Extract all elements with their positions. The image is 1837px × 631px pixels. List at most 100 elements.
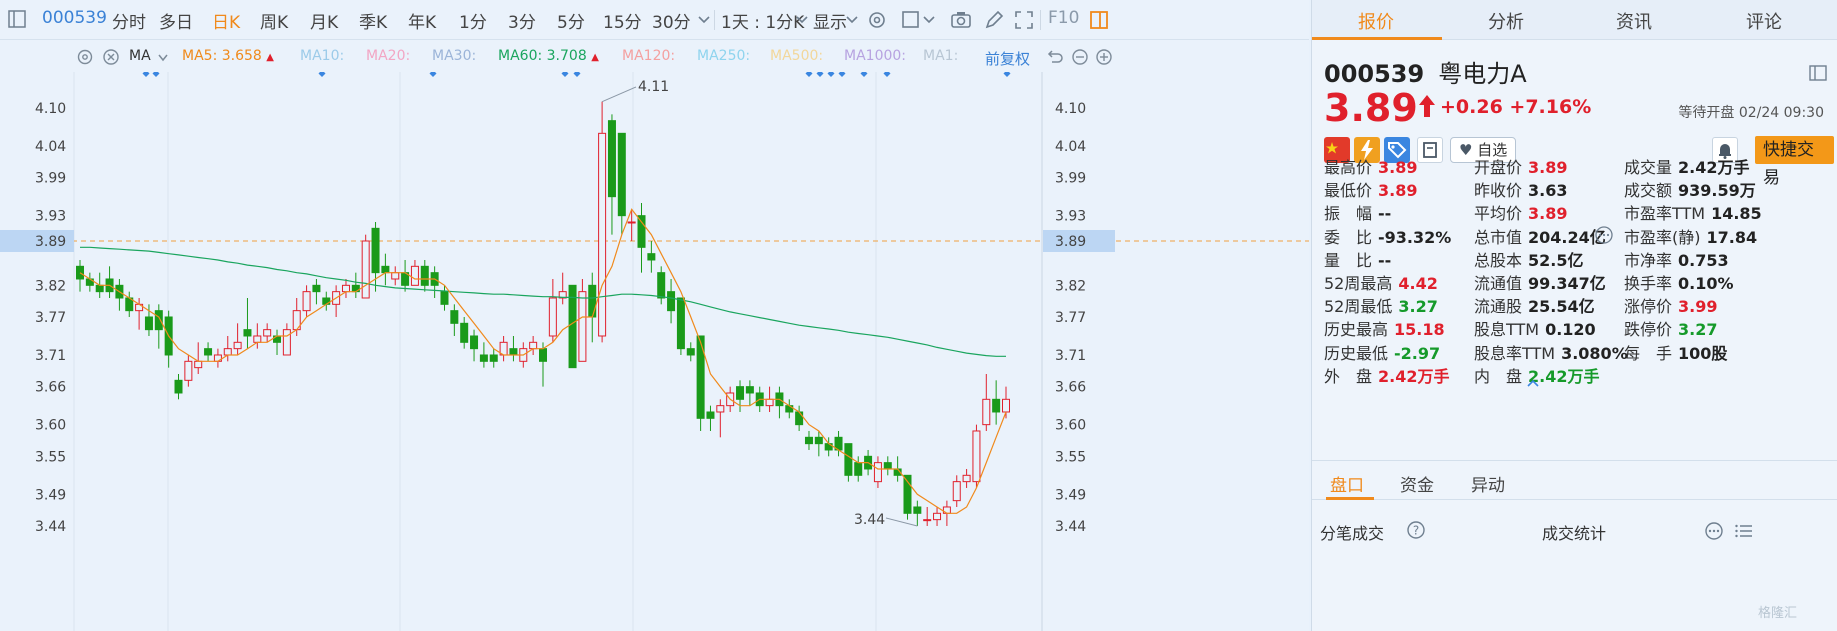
stat-label: 最高价	[1324, 158, 1373, 177]
kline-chart[interactable]: 4.10 4.10 4.04 4.04 3.99 3.99 3.93 3.93 3.82 3.82…	[0, 72, 1309, 631]
stat-label: 量 比	[1324, 250, 1373, 270]
list-view-icon[interactable]	[1734, 521, 1754, 541]
candle	[85, 272, 94, 292]
ma-settings-gear-icon[interactable]	[76, 48, 94, 66]
candle-body-down	[736, 386, 745, 400]
candle	[647, 240, 656, 273]
more-options-icon[interactable]	[1704, 521, 1724, 541]
y-tick-label-right: 3.60	[1055, 418, 1086, 434]
candle-body-down	[913, 506, 922, 514]
stat-label: 股息率TTM	[1474, 343, 1556, 363]
chevron-down-icon[interactable]	[795, 13, 809, 27]
stat-value: 939.59万	[1678, 181, 1756, 201]
trade-stats-label[interactable]: 成交统计	[1542, 520, 1606, 544]
candle-body-up	[391, 272, 400, 280]
fullscreen-icon[interactable]	[1013, 9, 1035, 31]
zoom-in-icon[interactable]	[1095, 48, 1113, 66]
tick-trades-label[interactable]: 分笔成交	[1320, 520, 1384, 544]
stat-label: 内 盘	[1474, 366, 1523, 386]
detail-panel-icon[interactable]	[1809, 64, 1827, 82]
event-marker-icon	[142, 72, 150, 77]
ma500-legend: MA500:	[770, 48, 824, 64]
chevron-down-icon[interactable]	[697, 13, 711, 27]
tab-comments[interactable]: 评论	[1746, 8, 1782, 34]
pencil-draw-icon[interactable]	[983, 9, 1005, 31]
period-tab-active[interactable]: 日K	[212, 8, 240, 33]
chevron-down-icon[interactable]	[845, 13, 859, 27]
adjust-mode-button[interactable]: 前复权	[985, 48, 1030, 69]
tab-news[interactable]: 资讯	[1616, 8, 1652, 34]
layout-box-icon[interactable]	[900, 9, 922, 31]
quick-trade-button[interactable]: 快捷交易	[1755, 136, 1834, 188]
settings-gear-icon[interactable]	[866, 9, 888, 31]
candle	[470, 329, 479, 362]
candle	[430, 266, 439, 298]
stat-value: 52.5亿	[1528, 250, 1584, 270]
period-tab[interactable]: 30分	[652, 8, 691, 33]
candle-body-down	[637, 215, 646, 248]
period-tab[interactable]: 周K	[260, 8, 288, 33]
tab-analysis[interactable]: 分析	[1488, 8, 1524, 34]
camera-icon[interactable]	[950, 9, 972, 31]
y-tick-label-right: 3.55	[1055, 449, 1086, 465]
candle	[253, 323, 262, 349]
undo-icon[interactable]	[1046, 48, 1064, 66]
market-cap-more-icon[interactable]	[1594, 225, 1614, 245]
display-menu[interactable]: 显示	[813, 8, 847, 33]
period-tab[interactable]: 月K	[310, 8, 338, 33]
tab-order-book[interactable]: 盘口	[1330, 471, 1364, 496]
ma60-line	[80, 246, 1006, 357]
ma-type-label[interactable]: MA	[129, 48, 151, 64]
period-tab[interactable]: 季K	[359, 8, 387, 33]
event-marker-icon	[883, 72, 891, 77]
zoom-out-icon[interactable]	[1071, 48, 1089, 66]
period-tab[interactable]: 15分	[603, 8, 642, 33]
period-tab[interactable]: 年K	[408, 8, 436, 33]
candle-body-down	[479, 354, 488, 362]
ma-legend-row: MA MA5: 3.658 ▲ MA10: MA20: MA30: MA60: …	[0, 42, 1309, 72]
candle	[736, 380, 745, 412]
candle	[302, 285, 311, 317]
period-tab[interactable]: 5分	[557, 8, 585, 33]
stat-item: 昨收价 3.63	[1474, 177, 1568, 201]
candle-body-up	[548, 297, 557, 337]
ma-close-icon[interactable]	[102, 48, 120, 66]
chevron-down-icon[interactable]	[157, 52, 169, 64]
f10-button[interactable]: F10	[1048, 8, 1079, 28]
candle	[184, 354, 193, 387]
tab-anomaly[interactable]: 异动	[1471, 471, 1505, 496]
y-tick-label-right: 3.77	[1055, 310, 1086, 326]
candle	[351, 272, 360, 298]
panel-toggle-icon[interactable]	[1088, 9, 1110, 31]
stat-label: 历史最高	[1324, 320, 1389, 340]
candle	[716, 399, 725, 438]
event-marker-icon	[561, 72, 569, 77]
period-tab[interactable]: 3分	[508, 8, 536, 33]
candle-body-down	[745, 386, 754, 394]
expand-caret-icon[interactable]	[1526, 378, 1540, 388]
stat-value: 99.347亿	[1528, 274, 1606, 293]
tab-quote[interactable]: 报价	[1358, 8, 1394, 34]
stat-item: 量 比 --	[1324, 247, 1391, 271]
stat-item: 涨停价 3.99	[1624, 293, 1718, 317]
stock-code-label[interactable]: 000539	[42, 8, 107, 28]
period-tab[interactable]: 1分	[459, 8, 487, 33]
interval-selector[interactable]: 1天 : 1分K	[721, 8, 804, 33]
up-triangle-icon: ▲	[266, 52, 274, 63]
candle	[578, 278, 587, 362]
ma60-legend: MA60: 3.708 ▲	[498, 48, 599, 64]
period-tab[interactable]: 多日	[159, 8, 193, 33]
stat-value: 100股	[1678, 343, 1728, 363]
tab-funds[interactable]: 资金	[1400, 471, 1434, 496]
candle-body-down	[854, 462, 863, 476]
candle-body-down	[588, 284, 597, 318]
candle-body-down	[174, 379, 183, 394]
sidebar-toggle-icon[interactable]	[8, 10, 26, 28]
event-marker-icon	[860, 72, 868, 77]
note-icon[interactable]	[1417, 137, 1443, 163]
help-icon[interactable]: ?	[1406, 520, 1426, 540]
candle-body-up	[282, 329, 291, 356]
chevron-down-icon[interactable]	[922, 13, 936, 27]
stat-item: 委 比 -93.32%	[1324, 224, 1451, 248]
period-tab[interactable]: 分时	[112, 8, 146, 33]
